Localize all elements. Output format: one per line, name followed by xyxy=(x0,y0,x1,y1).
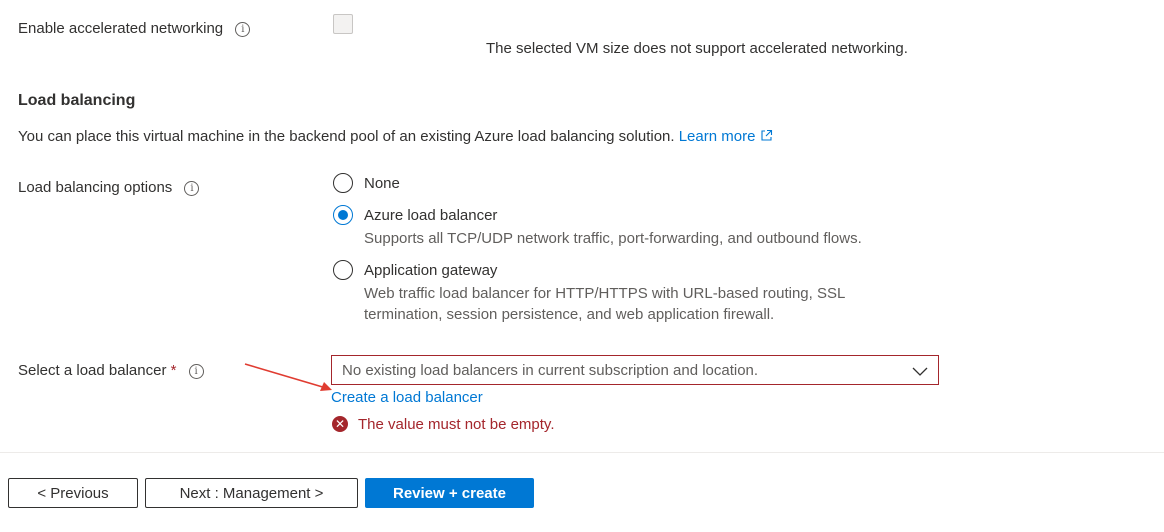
load-balancing-description-text: You can place this virtual machine in th… xyxy=(18,128,675,145)
radio-none[interactable] xyxy=(333,173,353,193)
info-icon[interactable]: i xyxy=(188,364,204,379)
error-message: The value must not be empty. xyxy=(358,416,555,433)
learn-more-link[interactable]: Learn more xyxy=(679,128,774,145)
error-icon: ✕ xyxy=(332,416,348,432)
radio-azure-load-balancer[interactable] xyxy=(333,205,353,225)
select-load-balancer-text: Select a load balancer xyxy=(18,362,167,379)
accelerated-networking-note: The selected VM size does not support ac… xyxy=(486,40,908,57)
info-icon[interactable]: i xyxy=(184,181,200,196)
review-create-button[interactable]: Review + create xyxy=(365,478,534,508)
load-balancer-dropdown[interactable]: No existing load balancers in current su… xyxy=(331,355,939,385)
annotation-arrow-icon xyxy=(244,363,332,391)
radio-application-gateway-label[interactable]: Application gateway xyxy=(364,262,497,279)
required-asterisk: * xyxy=(170,362,177,379)
load-balancing-options-text: Load balancing options xyxy=(18,179,173,196)
radio-azure-load-balancer-description: Supports all TCP/UDP network traffic, po… xyxy=(364,230,862,247)
create-load-balancer-link[interactable]: Create a load balancer xyxy=(331,389,483,406)
previous-button[interactable]: < Previous xyxy=(8,478,138,508)
info-icon[interactable]: i xyxy=(235,22,251,37)
load-balancing-options-label: Load balancing options i xyxy=(18,179,200,196)
next-management-button[interactable]: Next : Management > xyxy=(145,478,358,508)
external-link-icon xyxy=(761,129,773,141)
radio-application-gateway[interactable] xyxy=(333,260,353,280)
vm-networking-page: Enable accelerated networking i The sele… xyxy=(0,0,1164,532)
radio-azure-load-balancer-label[interactable]: Azure load balancer xyxy=(364,207,497,224)
select-load-balancer-label: Select a load balancer * i xyxy=(18,362,204,379)
load-balancer-dropdown-value: No existing load balancers in current su… xyxy=(342,362,759,379)
learn-more-text: Learn more xyxy=(678,128,756,145)
accelerated-networking-label: Enable accelerated networking i xyxy=(18,20,251,37)
radio-application-gateway-description: Web traffic load balancer for HTTP/HTTPS… xyxy=(364,285,845,323)
footer-divider xyxy=(0,452,1164,453)
load-balancing-description: You can place this virtual machine in th… xyxy=(18,128,773,145)
radio-none-label[interactable]: None xyxy=(364,175,400,192)
accelerated-networking-label-text: Enable accelerated networking xyxy=(18,20,224,37)
chevron-down-icon xyxy=(912,367,928,376)
load-balancing-heading: Load balancing xyxy=(18,92,136,109)
accelerated-networking-checkbox[interactable] xyxy=(333,14,353,34)
